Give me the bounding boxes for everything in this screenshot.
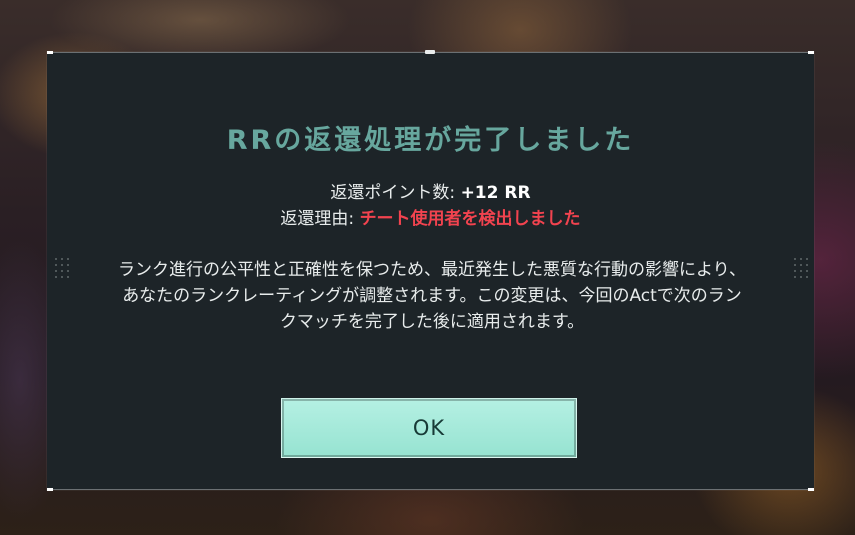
refund-points-label: 返還ポイント数:: [330, 183, 461, 203]
ok-button-label: OK: [412, 416, 446, 440]
corner-marker: [47, 51, 53, 54]
corner-marker: [808, 488, 814, 491]
right-decor-dots: [794, 258, 810, 284]
refund-reason-value: チート使用者を検出しました: [359, 209, 581, 229]
left-decor-dots: [55, 258, 71, 284]
refund-points-line: 返還ポイント数: +12 RR: [47, 178, 814, 203]
dialog-top-notch: [425, 50, 435, 54]
refund-reason-line: 返還理由: チート使用者を検出しました: [47, 204, 814, 229]
corner-marker: [47, 488, 53, 491]
refund-points-value: +12 RR: [460, 183, 531, 203]
ok-button[interactable]: OK: [281, 398, 577, 458]
dialog-body-text: ランク進行の公平性と正確性を保つため、最近発生した悪質な行動の影響により、あなた…: [118, 260, 746, 332]
corner-marker: [808, 51, 814, 54]
dialog-title: RRの返還処理が完了しました: [226, 125, 635, 156]
rr-refund-dialog: RRの返還処理が完了しました 返還ポイント数: +12 RR 返還理由: チート…: [47, 50, 814, 491]
refund-reason-label: 返還理由:: [280, 209, 360, 229]
dialog-bottom-border: [47, 489, 814, 490]
